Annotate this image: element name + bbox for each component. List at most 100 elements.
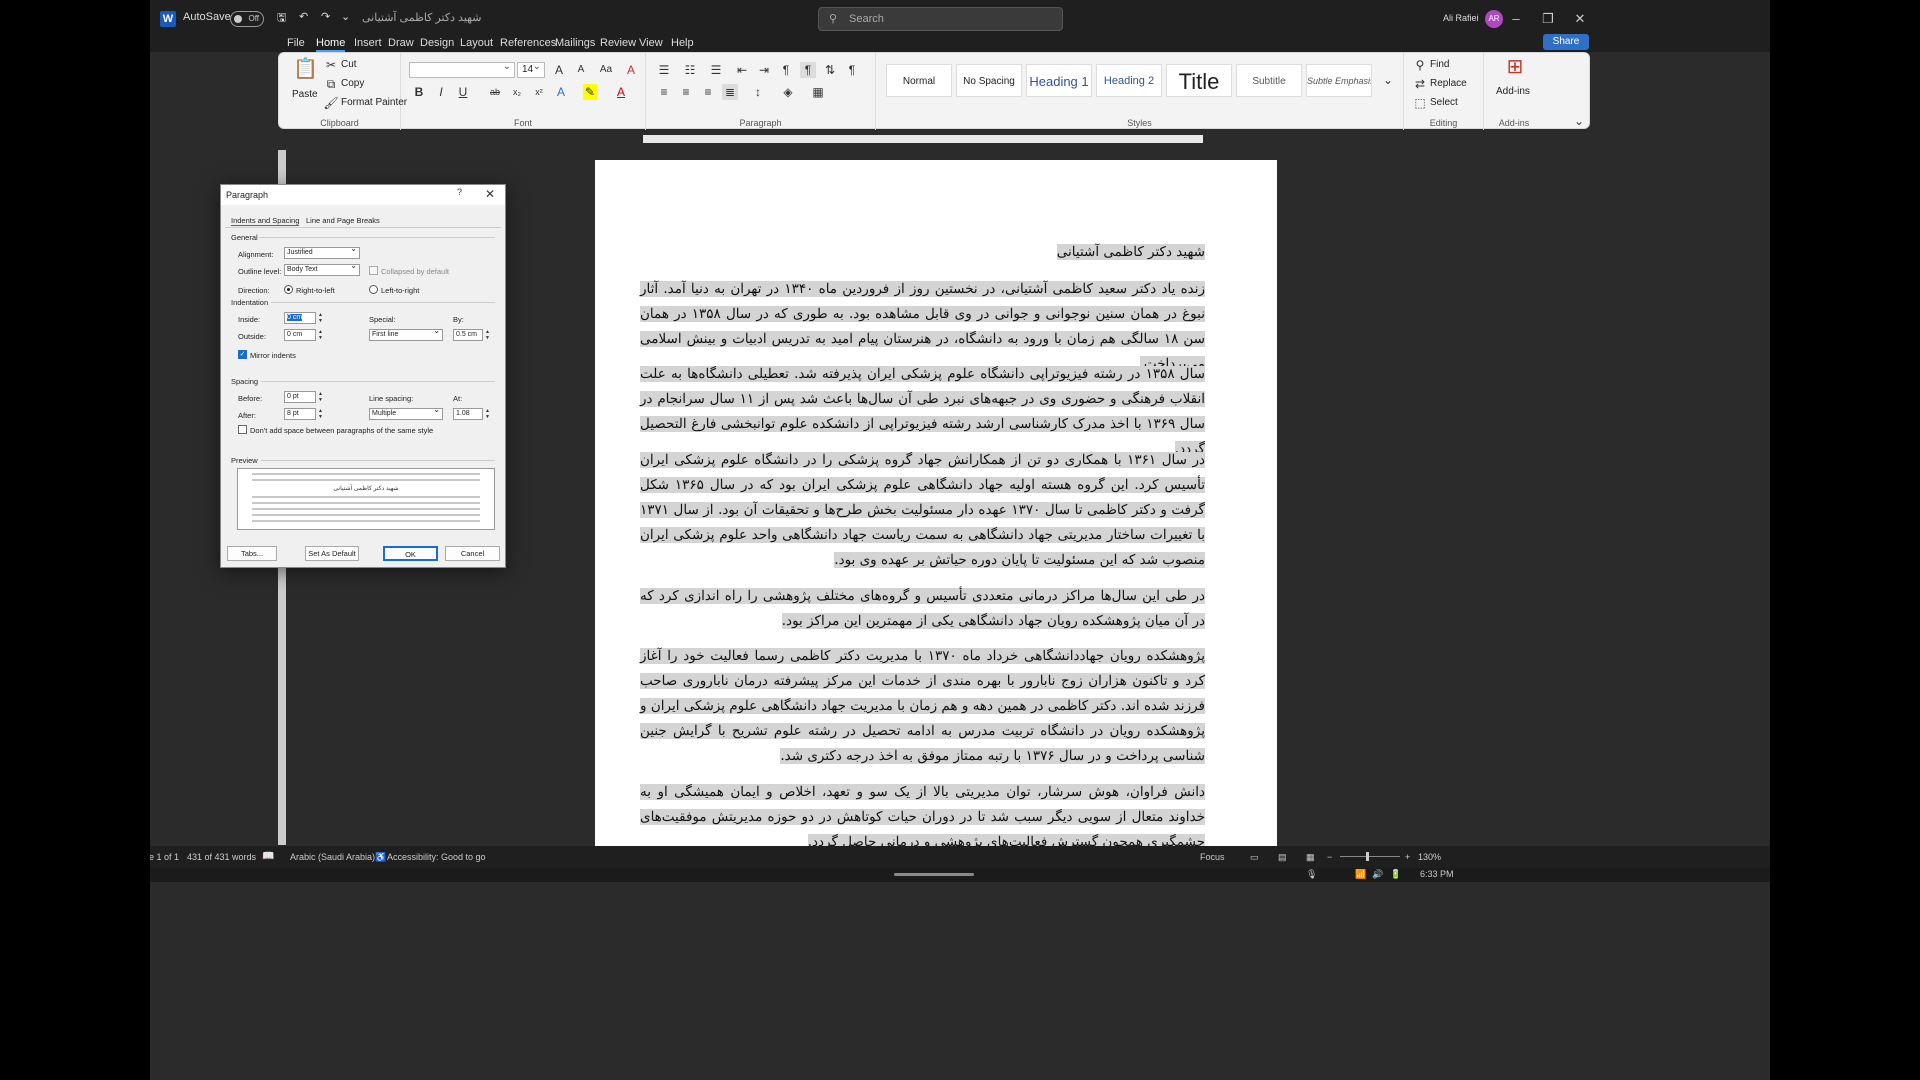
mirror-indents-checkbox[interactable]: ✓	[238, 350, 247, 359]
tab-draw[interactable]: Draw	[388, 37, 414, 49]
outline-level-select[interactable]: Body Text	[284, 261, 360, 276]
show-marks-icon[interactable]: ¶	[844, 62, 860, 78]
increase-indent-icon[interactable]: ⇥	[756, 62, 772, 78]
tab-file[interactable]: File	[287, 37, 305, 49]
by-spinner[interactable]: ▲ ▼	[483, 329, 492, 341]
zoom-level[interactable]: 130%	[1418, 852, 1441, 862]
paste-icon[interactable]: 📋	[293, 59, 318, 79]
zoom-out-icon[interactable]: −	[1327, 852, 1332, 862]
print-layout-icon[interactable]: ▤	[1278, 852, 1287, 863]
wifi-icon[interactable]: 📶	[1355, 869, 1366, 880]
tab-help[interactable]: Help	[671, 37, 694, 49]
highlight-icon[interactable]: ✎	[583, 84, 597, 100]
subscript-icon[interactable]: x₂	[509, 84, 525, 100]
line-spacing-icon[interactable]: ↕	[750, 84, 766, 100]
redo-icon[interactable]: ↷	[321, 9, 330, 25]
page-count[interactable]: Page 1 of 1	[150, 852, 179, 862]
style-subtle-emphasis[interactable]: Subtle Emphasis	[1306, 64, 1372, 97]
addins-button[interactable]: Add-ins	[1496, 86, 1530, 97]
after-spinner[interactable]: ▲ ▼	[316, 408, 325, 420]
help-button[interactable]: ?	[457, 187, 462, 197]
addins-icon[interactable]: ⊞	[1504, 57, 1526, 77]
document-page[interactable]: شهید دکتر کاظمی آشتیانی زنده یاد دکتر سع…	[595, 160, 1277, 846]
style-heading-2[interactable]: Heading 2	[1096, 64, 1162, 97]
focus-button[interactable]: Focus	[1200, 852, 1225, 862]
save-icon[interactable]: 🖫	[277, 10, 286, 26]
sort-icon[interactable]: ⇅	[822, 62, 838, 78]
doc-heading[interactable]: شهید دکتر کاظمی آشتیانی	[640, 240, 1205, 265]
select-button[interactable]: Select	[1430, 97, 1458, 108]
tab-review[interactable]: Review	[600, 37, 636, 49]
styles-more-icon[interactable]: ⌄	[1380, 72, 1396, 88]
by-input[interactable]: 0.5 cm	[453, 329, 483, 341]
at-spinner[interactable]: ▲ ▼	[483, 408, 492, 420]
undo-icon[interactable]: ↶	[299, 9, 308, 25]
align-right-icon[interactable]: ≡	[700, 84, 716, 100]
rtl-direction-icon[interactable]: ¶	[800, 62, 816, 78]
style-subtitle[interactable]: Subtitle	[1236, 64, 1302, 97]
volume-icon[interactable]: 🔊	[1372, 869, 1383, 880]
style-title[interactable]: Title	[1166, 64, 1232, 97]
replace-button[interactable]: Replace	[1430, 78, 1467, 89]
cut-button[interactable]: Cut	[341, 59, 357, 70]
shrink-font-icon[interactable]: A	[573, 62, 589, 78]
font-size-combo[interactable]: 14	[517, 60, 545, 78]
set-default-button[interactable]: Set As Default	[305, 546, 359, 561]
borders-icon[interactable]: ▦	[810, 84, 826, 100]
doc-paragraph[interactable]: پژوهشکده رویان جهاددانشگاهی خرداد ماه ۱۳…	[640, 644, 1205, 769]
multilevel-list-icon[interactable]: ☰	[708, 62, 724, 78]
font-color-icon[interactable]: A	[613, 84, 629, 100]
tab-home[interactable]: Home	[316, 37, 346, 52]
search-box[interactable]: ⚲ Search	[818, 7, 1063, 31]
line-spacing-select[interactable]: Multiple	[369, 405, 443, 420]
justify-icon[interactable]: ≣	[722, 84, 738, 100]
italic-icon[interactable]: I	[433, 84, 449, 100]
tab-line-page-breaks[interactable]: Line and Page Breaks	[306, 216, 380, 225]
restore-icon[interactable]: ❐	[1538, 9, 1558, 29]
zoom-slider-thumb[interactable]	[1366, 852, 1369, 861]
after-input[interactable]: 8 pt	[284, 408, 316, 420]
align-left-icon[interactable]: ≡	[656, 84, 672, 100]
at-input[interactable]: 1.08	[453, 408, 483, 420]
dont-add-space-checkbox[interactable]	[238, 425, 247, 434]
outside-spinner[interactable]: ▲ ▼	[316, 329, 325, 341]
inside-spinner[interactable]: ▲ ▼	[316, 312, 325, 324]
clock[interactable]: 6:33 PM	[1420, 869, 1454, 879]
zoom-in-icon[interactable]: +	[1405, 852, 1410, 862]
ltr-radio[interactable]	[369, 285, 378, 294]
bullets-icon[interactable]: ☰	[656, 62, 672, 78]
alignment-select[interactable]: Justified	[284, 244, 360, 259]
strikethrough-icon[interactable]: ab	[487, 84, 503, 100]
text-effects-icon[interactable]: A	[553, 84, 569, 100]
grow-font-icon[interactable]: A	[551, 62, 567, 78]
paste-button[interactable]: Paste	[292, 89, 318, 100]
ok-button[interactable]: OK	[383, 546, 438, 561]
proofing-icon[interactable]: 📖	[262, 851, 274, 862]
minimize-icon[interactable]: –	[1506, 9, 1526, 29]
tab-layout[interactable]: Layout	[460, 37, 493, 49]
tab-references[interactable]: References	[500, 37, 556, 49]
doc-paragraph[interactable]: دانش فراوان، هوش سرشار، توان مدیریتی بال…	[640, 780, 1205, 846]
align-center-icon[interactable]: ≡	[678, 84, 694, 100]
decrease-indent-icon[interactable]: ⇤	[734, 62, 750, 78]
word-count[interactable]: 431 of 431 words	[187, 852, 256, 862]
tab-design[interactable]: Design	[420, 37, 454, 49]
read-mode-icon[interactable]: ▭	[1250, 852, 1259, 863]
clear-formatting-icon[interactable]: A	[623, 62, 639, 78]
share-button[interactable]: Share	[1543, 34, 1589, 50]
web-layout-icon[interactable]: ▦	[1306, 852, 1315, 863]
cancel-button[interactable]: Cancel	[445, 546, 500, 561]
doc-paragraph[interactable]: در سال ۱۳۶۱ با همکاری دو تن از همکارانش …	[640, 448, 1205, 573]
close-window-icon[interactable]: ✕	[1570, 9, 1590, 29]
numbering-icon[interactable]: ☷	[682, 62, 698, 78]
style-normal[interactable]: Normal	[886, 64, 952, 97]
mic-icon[interactable]: 🎙	[1306, 869, 1317, 880]
user-avatar[interactable]: AR	[1485, 10, 1503, 28]
superscript-icon[interactable]: x²	[531, 84, 547, 100]
before-input[interactable]: 0 pt	[284, 391, 316, 403]
tabs-button[interactable]: Tabs...	[227, 546, 277, 561]
style-heading-1[interactable]: Heading 1	[1026, 64, 1092, 97]
collapse-ribbon-icon[interactable]: ⌄	[1571, 113, 1587, 129]
horizontal-ruler[interactable]	[150, 132, 1770, 146]
language-indicator[interactable]: Arabic (Saudi Arabia)	[290, 852, 375, 862]
